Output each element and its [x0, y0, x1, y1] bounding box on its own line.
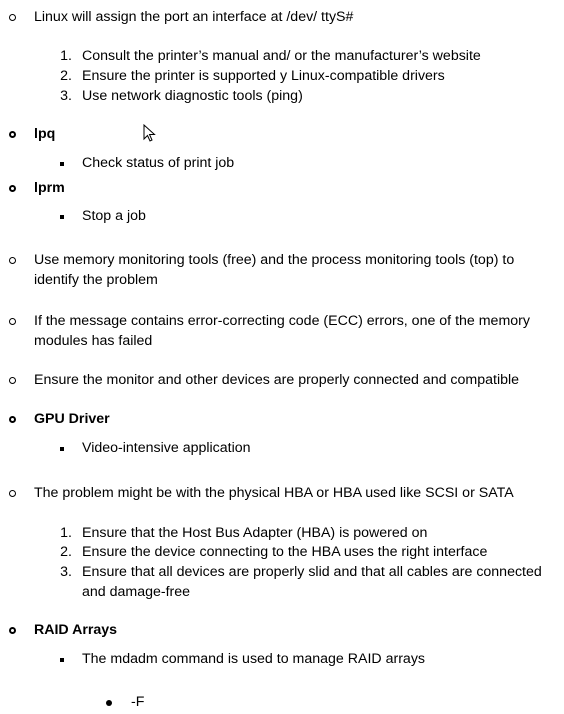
square-bullet-icon [60, 447, 64, 451]
bullet-icon [9, 490, 16, 497]
list-item-hba: The problem might be with the physical H… [34, 485, 514, 501]
step-number: 2. [60, 68, 72, 84]
bullet-icon [9, 416, 16, 423]
bullet-icon [9, 627, 16, 634]
lpq-description: Check status of print job [82, 155, 235, 171]
bullet-icon [9, 14, 16, 21]
step-number: 1. [60, 48, 72, 64]
list-item-tty: Linux will assign the port an interface … [34, 9, 354, 25]
tty-step-2: Ensure the printer is supported y Linux-… [82, 68, 445, 84]
gpu-description: Video-intensive application [82, 440, 251, 456]
list-item-ecc: If the message contains error-correcting… [34, 313, 530, 349]
step-number: 2. [60, 544, 72, 560]
list-item-monitor: Ensure the monitor and other devices are… [34, 372, 520, 388]
tty-step-1: Consult the printer’s manual and/ or the… [82, 48, 481, 64]
bullet-icon [9, 131, 16, 138]
tty-step-3: Use network diagnostic tools (ping) [82, 88, 303, 104]
heading-raid-arrays: RAID Arrays [34, 622, 118, 638]
heading-lpq: lpq [34, 126, 56, 142]
step-number: 1. [60, 525, 72, 541]
hba-step-2: Ensure the device connecting to the HBA … [82, 544, 488, 560]
bullet-icon [9, 257, 16, 264]
round-bullet-icon [106, 700, 112, 706]
lprm-description: Stop a job [82, 208, 146, 224]
hba-step-3: Ensure that all devices are properly sli… [82, 564, 542, 600]
raid-description: The mdadm command is used to manage RAID… [82, 651, 426, 667]
bullet-icon [9, 185, 16, 192]
mouse-cursor-icon [143, 124, 156, 142]
bullet-icon [9, 318, 16, 325]
square-bullet-icon [60, 162, 64, 166]
raid-option-f: -F [131, 694, 145, 710]
list-item-memory: Use memory monitoring tools (free) and t… [34, 252, 515, 288]
square-bullet-icon [60, 215, 64, 219]
hba-step-1: Ensure that the Host Bus Adapter (HBA) i… [82, 525, 428, 541]
heading-gpu-driver: GPU Driver [34, 411, 110, 427]
bullet-icon [9, 377, 16, 384]
step-number: 3. [60, 88, 72, 104]
heading-lprm: lprm [34, 180, 65, 196]
square-bullet-icon [60, 658, 64, 662]
step-number: 3. [60, 564, 72, 580]
